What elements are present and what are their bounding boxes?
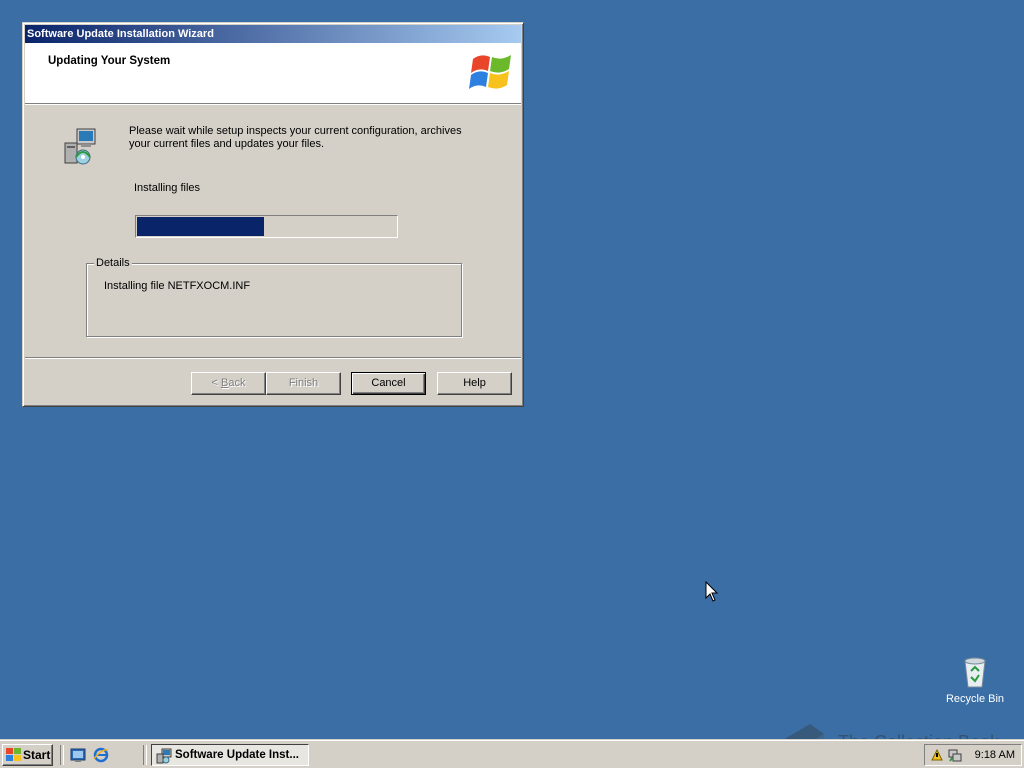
show-desktop-icon[interactable]: [70, 747, 86, 763]
details-legend: Details: [94, 257, 132, 270]
taskbar: Start Software Update Inst... 9:18 AM: [0, 740, 1024, 768]
taskbar-grip-2[interactable]: [143, 745, 147, 765]
system-tray: 9:18 AM: [924, 744, 1022, 766]
finish-button-label: Finish: [288, 377, 319, 389]
window-titlebar[interactable]: Software Update Installation Wizard: [25, 25, 521, 43]
internet-explorer-icon[interactable]: [93, 747, 109, 763]
task-button-label: Software Update Inst...: [175, 749, 299, 761]
details-text: Installing file NETFXOCM.INF: [104, 280, 251, 292]
setup-computer-icon: [64, 128, 96, 165]
details-groupbox: Details Installing file NETFXOCM.INF: [86, 257, 462, 337]
start-windows-logo-icon: [6, 748, 21, 761]
finish-button[interactable]: Finish: [266, 372, 341, 395]
clock[interactable]: 9:18 AM: [975, 745, 1015, 765]
back-button[interactable]: < Back: [191, 372, 266, 395]
page-title: Updating Your System: [48, 55, 171, 67]
wizard-window: Software Update Installation Wizard Upda…: [22, 22, 524, 407]
back-button-rest: ack: [228, 377, 246, 389]
status-label: Installing files: [134, 182, 201, 194]
recycle-bin-label: Recycle Bin: [945, 693, 1005, 705]
progress-fill: [137, 217, 264, 236]
button-separator: [25, 357, 521, 359]
window-title: Software Update Installation Wizard: [27, 28, 214, 40]
windows-logo-icon: [469, 55, 511, 89]
help-button[interactable]: Help: [437, 372, 512, 395]
start-label: Start: [23, 748, 51, 762]
install-progress-bar: [135, 215, 398, 238]
security-tray-icon[interactable]: [929, 747, 945, 763]
taskbar-grip[interactable]: [60, 745, 64, 765]
cancel-button[interactable]: Cancel: [351, 372, 426, 395]
recycle-bin[interactable]: Recycle Bin: [940, 655, 1010, 705]
wizard-header: Updating Your System: [25, 43, 521, 104]
network-tray-icon[interactable]: [947, 747, 963, 763]
recycle-bin-icon: [964, 657, 986, 688]
intro-text: Please wait while setup inspects your cu…: [129, 125, 462, 150]
back-button-prefix: <: [211, 377, 221, 389]
task-button-software-update[interactable]: Software Update Inst...: [151, 744, 309, 766]
mouse-cursor-icon: [705, 581, 719, 602]
help-button-label: Help: [463, 377, 486, 389]
start-button[interactable]: Start: [2, 744, 53, 766]
setup-task-icon: [156, 748, 172, 764]
cancel-button-label: Cancel: [371, 377, 406, 389]
